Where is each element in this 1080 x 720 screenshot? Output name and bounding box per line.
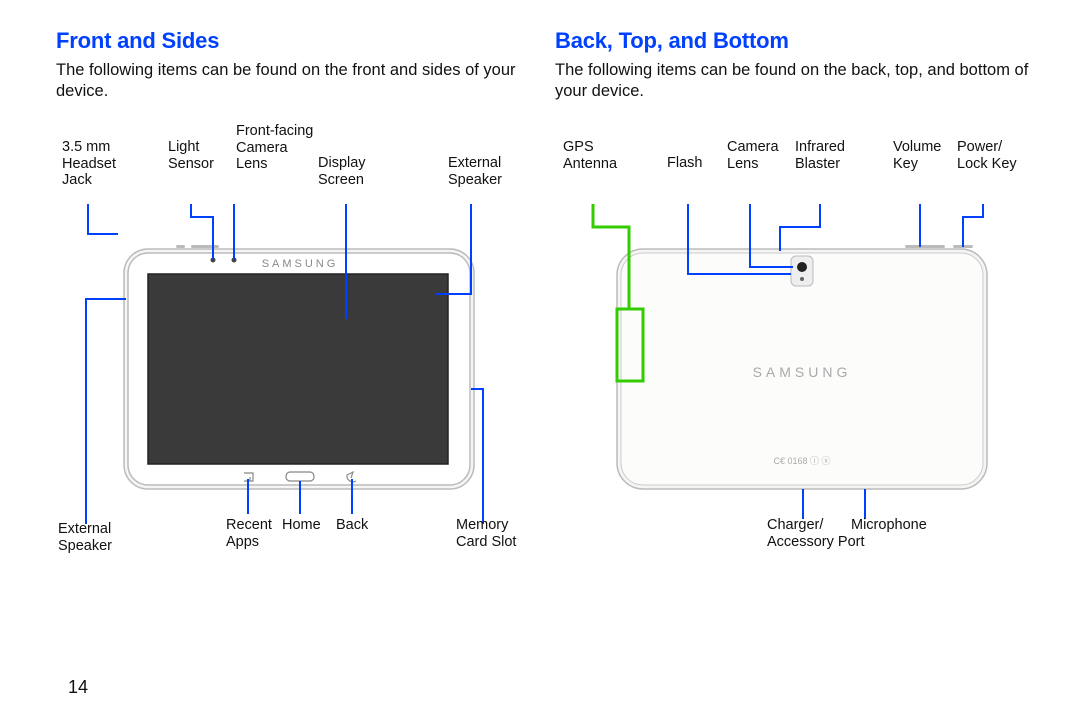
- label-headset-jack: 3.5 mm Headset Jack: [62, 139, 116, 189]
- label-microphone: Microphone: [851, 517, 927, 534]
- label-back-key: Back: [336, 517, 368, 534]
- label-volume-key: Volume Key: [893, 139, 941, 172]
- brand-text-front: SAMSUNG: [262, 258, 339, 270]
- label-ext-speaker-right: External Speaker: [448, 155, 502, 188]
- back-heading: Back, Top, and Bottom: [555, 28, 1035, 54]
- back-intro: The following items can be found on the …: [555, 60, 1035, 103]
- label-front-camera: Front-facing Camera Lens: [236, 123, 313, 173]
- front-heading: Front and Sides: [56, 28, 536, 54]
- page-number: 14: [68, 677, 88, 698]
- label-power-key: Power/ Lock Key: [957, 139, 1017, 172]
- front-column: Front and Sides The following items can …: [56, 28, 536, 589]
- label-recent-apps: Recent Apps: [226, 517, 272, 550]
- label-light-sensor: Light Sensor: [168, 139, 214, 172]
- label-charger-port: Charger/ Accessory Port: [767, 517, 865, 550]
- label-ext-speaker-left: External Speaker: [58, 521, 112, 554]
- back-column: Back, Top, and Bottom The following item…: [555, 28, 1035, 589]
- front-intro: The following items can be found on the …: [56, 60, 536, 103]
- label-flash: Flash: [667, 155, 702, 172]
- label-camera-lens: Camera Lens: [727, 139, 779, 172]
- label-gps-antenna: GPS Antenna: [563, 139, 617, 172]
- label-memory-card: Memory Card Slot: [456, 517, 516, 550]
- label-home: Home: [282, 517, 321, 534]
- cert-text: C€ 0168 ⓘ ⓧ: [773, 456, 830, 466]
- label-display-screen: Display Screen: [318, 155, 366, 188]
- label-ir-blaster: Infrared Blaster: [795, 139, 845, 172]
- brand-text-back: SAMSUNG: [753, 364, 852, 380]
